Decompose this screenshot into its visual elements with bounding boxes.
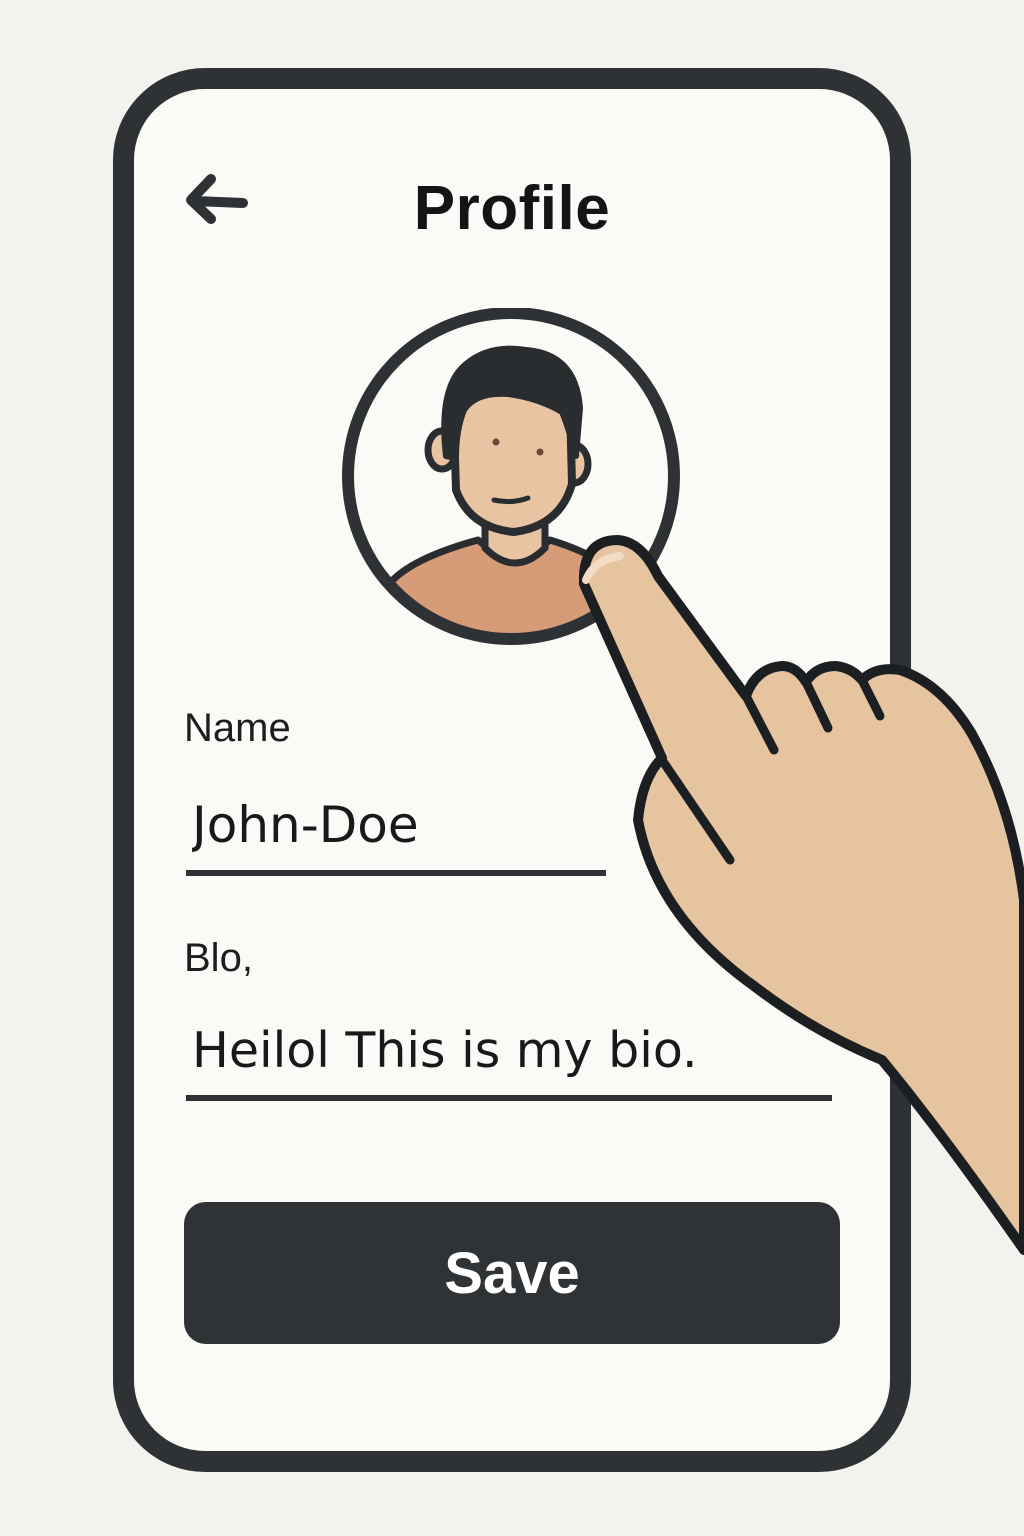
bio-input[interactable] <box>186 1005 832 1101</box>
name-input[interactable] <box>186 780 606 876</box>
save-button[interactable]: Save <box>184 1202 840 1344</box>
user-avatar-icon <box>342 308 680 645</box>
avatar[interactable] <box>338 308 684 648</box>
page-title: Profile <box>413 174 611 243</box>
bio-label: Blo, <box>184 936 253 980</box>
name-label: Name <box>184 706 291 750</box>
